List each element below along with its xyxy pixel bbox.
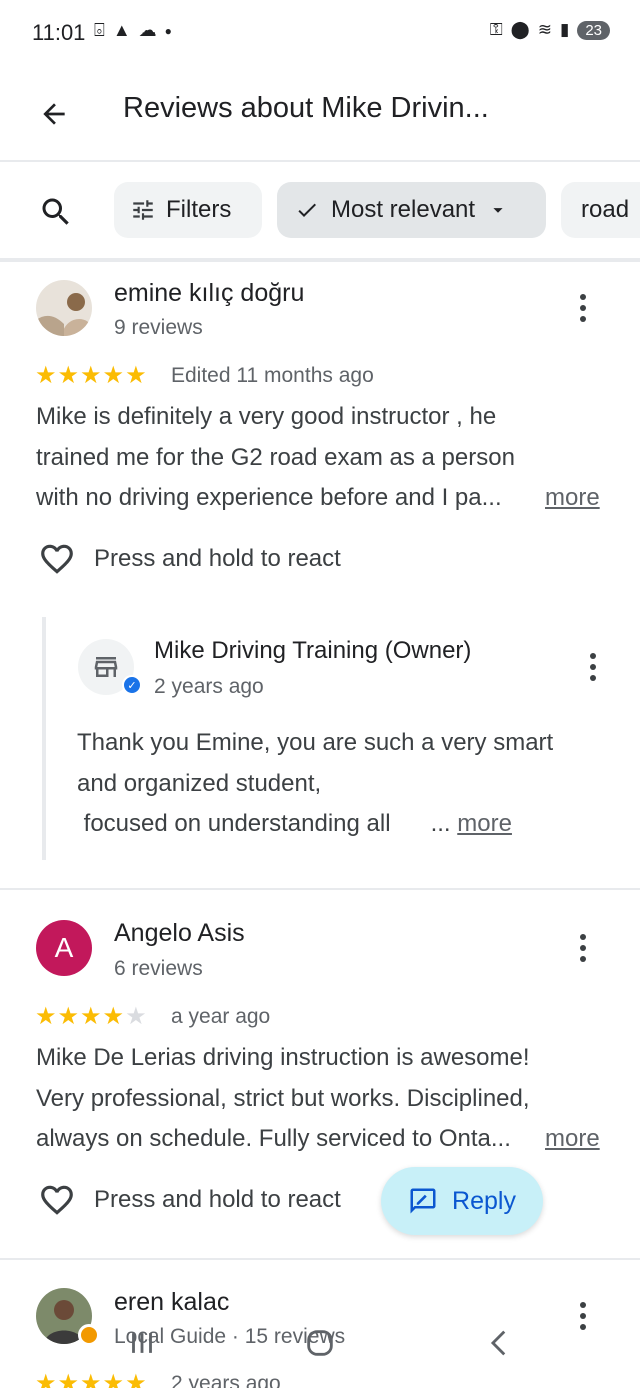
screenshot-icon: ⌻ bbox=[94, 20, 105, 40]
owner-reply: ✓ Mike Driving Training (Owner) 2 years … bbox=[42, 617, 622, 860]
star-rating: ★ ★ ★ ★ ★ bbox=[35, 364, 147, 388]
avatar[interactable]: A bbox=[36, 920, 92, 976]
react-button[interactable]: Press and hold to react bbox=[38, 1181, 341, 1219]
recent-apps-button[interactable] bbox=[112, 1318, 172, 1368]
reviewer-name[interactable]: Angelo Asis bbox=[114, 919, 245, 948]
topic-chip-road[interactable]: road bbox=[561, 182, 640, 238]
owner-name: Mike Driving Training (Owner) bbox=[154, 637, 472, 664]
cloud-icon: ☁ bbox=[138, 20, 157, 40]
more-link[interactable]: more bbox=[545, 478, 600, 519]
reply-button[interactable]: Reply bbox=[381, 1167, 543, 1235]
star-icon: ★ bbox=[57, 1003, 80, 1030]
review-date: Edited 11 months ago bbox=[171, 364, 374, 387]
reviewer-meta: 9 reviews bbox=[114, 316, 203, 339]
more-options-button[interactable] bbox=[568, 926, 598, 970]
location-icon: ⬤ bbox=[510, 20, 530, 39]
star-icon: ★ bbox=[102, 362, 125, 389]
topic-chip-label: road bbox=[581, 196, 630, 223]
dropdown-arrow-icon bbox=[493, 208, 503, 213]
star-empty-icon: ★ bbox=[125, 1003, 147, 1030]
filters-label: Filters bbox=[166, 196, 232, 223]
owner-reply-date: 2 years ago bbox=[154, 675, 264, 698]
star-icon: ★ bbox=[57, 362, 80, 389]
search-button[interactable] bbox=[34, 190, 78, 234]
filters-chip[interactable]: Filters bbox=[114, 182, 262, 238]
signal-icon: ▮ bbox=[559, 20, 570, 39]
status-bar: 11:01 ⌻ ▲ ☁ ● ⚿ ⬤ ≋ ▮ 23 bbox=[0, 0, 640, 64]
divider bbox=[0, 258, 640, 262]
filter-bar: Filters Most relevant road bbox=[0, 162, 640, 258]
review-text[interactable]: Mike is definitely a very good instructo… bbox=[36, 397, 616, 519]
heart-outline-icon bbox=[41, 1185, 73, 1215]
owner-reply-text[interactable]: Thank you Emine, you are such a very sma… bbox=[77, 723, 617, 845]
dot-icon: ● bbox=[164, 23, 172, 38]
star-icon: ★ bbox=[80, 362, 102, 389]
reply-icon bbox=[410, 1188, 436, 1214]
reviewer-name[interactable]: emine kılıç doğru bbox=[114, 279, 304, 308]
warning-icon: ▲ bbox=[112, 20, 131, 40]
react-label: Press and hold to react bbox=[94, 545, 341, 572]
more-options-button[interactable] bbox=[578, 645, 608, 689]
battery-indicator: 23 bbox=[577, 20, 610, 40]
divider bbox=[0, 888, 640, 890]
search-icon bbox=[42, 198, 69, 225]
arrow-back-icon bbox=[43, 103, 65, 125]
system-nav-bar bbox=[0, 1300, 640, 1388]
check-icon bbox=[298, 203, 316, 217]
react-label: Press and hold to react bbox=[94, 1186, 341, 1213]
chevron-left-icon bbox=[490, 1330, 506, 1356]
back-button[interactable] bbox=[30, 90, 78, 138]
more-link[interactable]: more bbox=[457, 810, 512, 837]
reply-label: Reply bbox=[452, 1186, 516, 1215]
sort-label: Most relevant bbox=[331, 196, 476, 223]
star-icon: ★ bbox=[125, 362, 147, 389]
more-options-button[interactable] bbox=[568, 286, 598, 330]
home-icon bbox=[307, 1330, 333, 1356]
star-icon: ★ bbox=[35, 1003, 57, 1030]
star-icon: ★ bbox=[35, 362, 57, 389]
tune-icon bbox=[133, 200, 153, 220]
app-bar: Reviews about Mike Drivin... bbox=[0, 64, 640, 160]
recent-apps-icon bbox=[132, 1333, 152, 1353]
avatar-photo bbox=[36, 280, 92, 336]
avatar[interactable] bbox=[36, 280, 92, 336]
star-rating: ★ ★ ★ ★ ★ bbox=[35, 1005, 147, 1029]
home-button[interactable] bbox=[290, 1318, 350, 1368]
sort-chip[interactable]: Most relevant bbox=[277, 182, 546, 238]
react-button[interactable]: Press and hold to react bbox=[38, 540, 341, 578]
wifi-icon: ≋ bbox=[537, 20, 552, 39]
vpn-key-icon: ⚿ bbox=[489, 20, 503, 39]
star-icon: ★ bbox=[80, 1003, 102, 1030]
divider bbox=[0, 1258, 640, 1260]
more-link[interactable]: more bbox=[545, 1119, 600, 1160]
page-title: Reviews about Mike Drivin... bbox=[123, 92, 489, 124]
reviewer-meta: 6 reviews bbox=[114, 957, 203, 980]
status-time: 11:01 bbox=[32, 20, 86, 45]
star-icon: ★ bbox=[102, 1003, 125, 1030]
back-nav-button[interactable] bbox=[470, 1318, 530, 1368]
review-text[interactable]: Mike De Lerias driving instruction is aw… bbox=[36, 1038, 616, 1160]
review-date: a year ago bbox=[171, 1005, 271, 1028]
verified-icon: ✓ bbox=[122, 675, 142, 695]
heart-outline-icon bbox=[41, 544, 73, 574]
